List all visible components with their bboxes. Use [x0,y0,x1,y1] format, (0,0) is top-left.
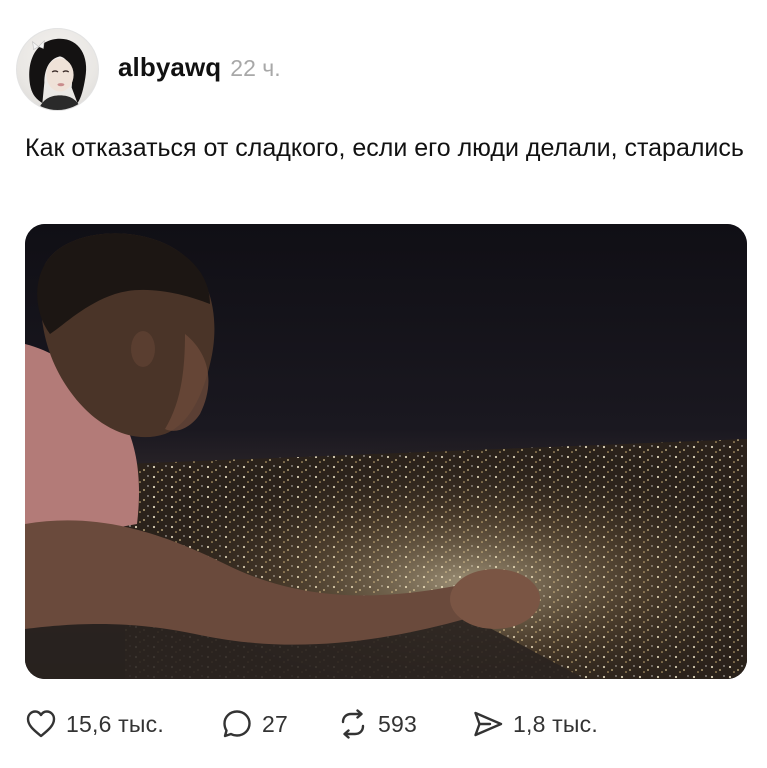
post-timestamp: 22 ч. [230,54,281,81]
post-actions: 15,6 тыс. 27 593 1,8 тыс. [25,702,725,746]
avatar-photo [29,38,87,110]
share-icon [474,711,503,737]
likes-count: 15,6 тыс. [66,710,164,737]
share-button[interactable]: 1,8 тыс. [472,702,598,746]
post-image[interactable] [25,224,747,679]
reply-button[interactable]: 27 [221,702,288,746]
user-avatar[interactable] [16,27,99,111]
post-header: albyawq 22 ч. [16,27,281,111]
repost-icon [341,709,365,739]
repost-button[interactable]: 593 [337,702,417,746]
user-info: albyawq 22 ч. [118,52,281,83]
post-text: Как отказаться от сладкого, если его люд… [25,134,744,162]
replies-count: 27 [262,710,288,737]
night-city-photo [25,224,747,679]
shares-count: 1,8 тыс. [513,710,598,737]
like-button[interactable]: 15,6 тыс. [25,702,164,746]
username-link[interactable]: albyawq [118,52,221,83]
heart-icon [26,710,56,738]
reposts-count: 593 [378,710,417,737]
comment-icon [223,710,251,738]
